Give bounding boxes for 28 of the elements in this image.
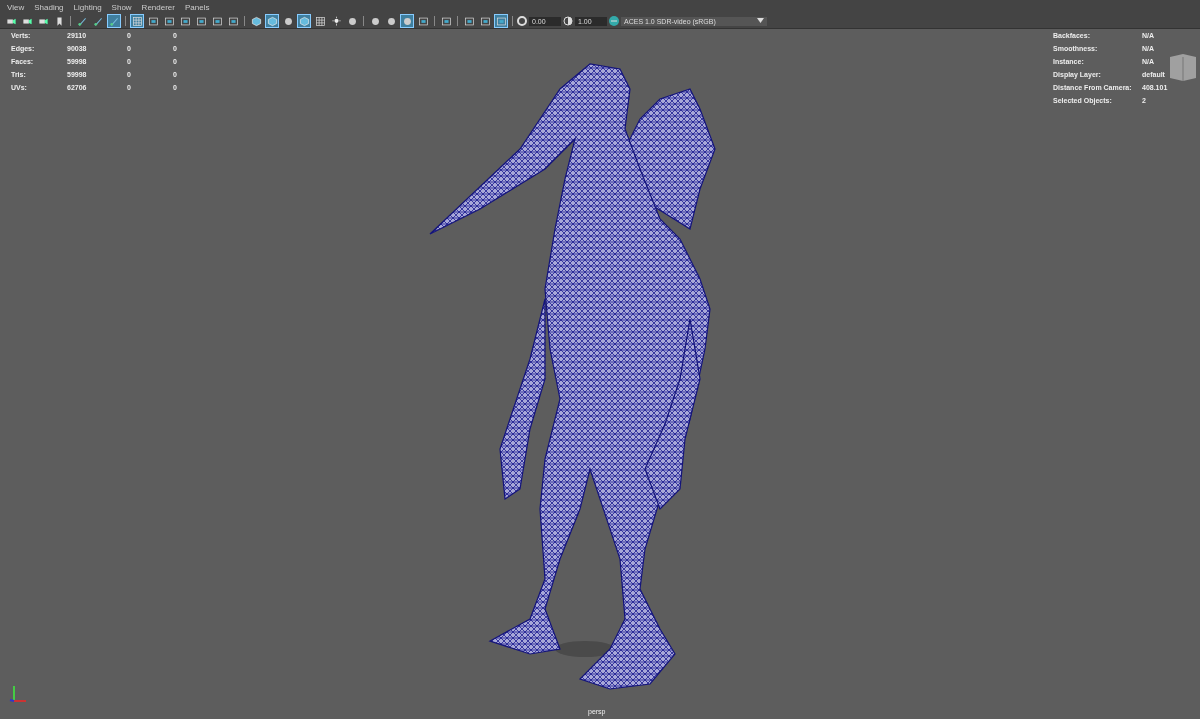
toolbar-gate-icon[interactable]	[210, 14, 224, 28]
toolbar-gate-icon[interactable]	[226, 14, 240, 28]
toolbar-gate-icon[interactable]	[439, 14, 453, 28]
toolbar-gate-icon[interactable]	[146, 14, 160, 28]
half-circle-icon[interactable]	[563, 16, 573, 26]
toolbar-gate-icon[interactable]	[462, 14, 476, 28]
view-cube-icon[interactable]	[1168, 51, 1198, 81]
toolbar-gate-icon[interactable]	[194, 14, 208, 28]
toolbar-gate-icon[interactable]	[162, 14, 176, 28]
menu-item[interactable]: Lighting	[70, 2, 105, 12]
toolbar-grid-icon[interactable]	[313, 14, 327, 28]
caret-icon[interactable]	[757, 17, 764, 23]
toolbar-cube-icon[interactable]	[297, 14, 311, 28]
menu-item[interactable]: Renderer	[138, 2, 178, 12]
toolbar-pen-icon[interactable]	[107, 14, 121, 28]
menu-item[interactable]: Panels	[181, 2, 213, 12]
toolbar-gate-icon[interactable]	[178, 14, 192, 28]
toolbar-gate-icon[interactable]	[416, 14, 430, 28]
toolbar-grid-icon[interactable]	[130, 14, 144, 28]
menu-item[interactable]: Show	[108, 2, 135, 12]
menu-item[interactable]: View	[4, 2, 28, 12]
color-management-icon[interactable]	[609, 16, 619, 26]
toolbar-sphere-icon[interactable]	[400, 14, 414, 28]
menu-item[interactable]: Shading	[31, 2, 67, 12]
toolbar-gate-icon[interactable]	[478, 14, 492, 28]
toolbar-light-icon[interactable]	[329, 14, 343, 28]
toolbar-cube-icon[interactable]	[265, 14, 279, 28]
toolbar-gate-icon[interactable]	[494, 14, 508, 28]
